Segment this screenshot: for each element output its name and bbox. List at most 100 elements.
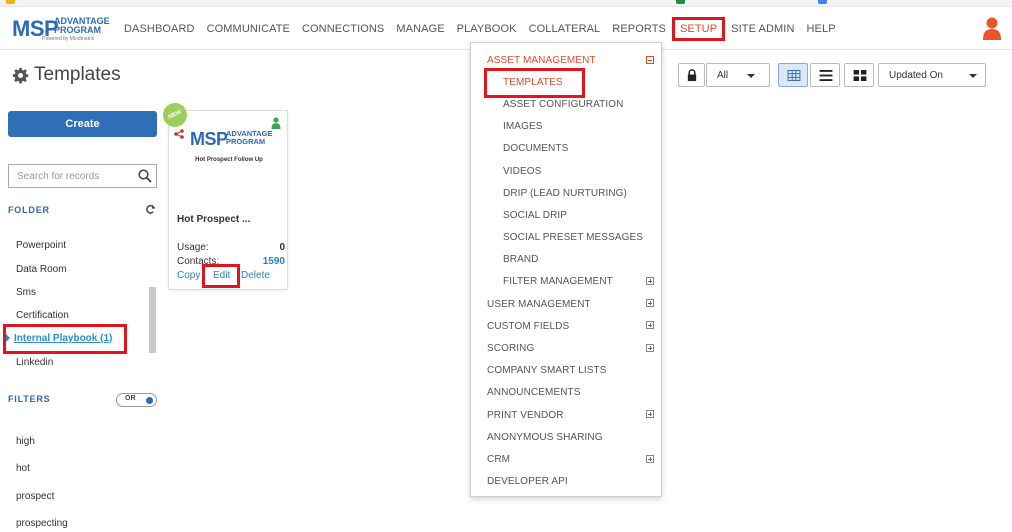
delete-link[interactable]: Delete bbox=[241, 270, 270, 281]
search-input[interactable] bbox=[9, 165, 134, 187]
menu-filter-management[interactable]: FILTER MANAGEMENT bbox=[503, 276, 613, 287]
expand-icon[interactable] bbox=[646, 277, 654, 285]
folder-item-certification[interactable]: Certification bbox=[16, 310, 69, 321]
refresh-icon[interactable] bbox=[145, 204, 156, 215]
expand-icon[interactable] bbox=[646, 321, 654, 329]
chevron-down-icon bbox=[747, 74, 755, 78]
search-box bbox=[8, 164, 157, 188]
template-thumbnail[interactable]: MSP ADVANTAGE PROGRAM Hot Prospect Follo… bbox=[190, 123, 272, 181]
usage-label: Usage: bbox=[177, 242, 209, 253]
tile-view-button[interactable] bbox=[844, 63, 874, 87]
toggle-knob bbox=[146, 397, 153, 404]
nav-reports[interactable]: REPORTS bbox=[606, 19, 672, 39]
new-badge: NEW bbox=[159, 99, 191, 131]
nav-help[interactable]: HELP bbox=[801, 19, 842, 39]
sort-select[interactable]: Updated On bbox=[878, 63, 986, 87]
page-title-text: Templates bbox=[34, 64, 121, 85]
folder-scrollbar[interactable] bbox=[149, 287, 156, 353]
folder-item-powerpoint[interactable]: Powerpoint bbox=[16, 240, 66, 251]
gear-icon bbox=[12, 67, 29, 83]
folder-heading: FOLDER bbox=[8, 205, 50, 215]
expand-icon[interactable] bbox=[646, 455, 654, 463]
nav-site-admin[interactable]: SITE ADMIN bbox=[725, 19, 800, 39]
expand-icon[interactable] bbox=[646, 344, 654, 352]
filter-item-prospecting[interactable]: prospecting bbox=[16, 518, 68, 529]
filters-heading: FILTERS bbox=[8, 394, 51, 404]
filter-logic-toggle[interactable]: OR bbox=[116, 393, 157, 407]
menu-anonymous-sharing[interactable]: ANONYMOUS SHARING bbox=[487, 432, 603, 443]
thumb-caption: Hot Prospect Follow Up bbox=[195, 157, 263, 163]
grid-view-button[interactable] bbox=[778, 63, 808, 87]
template-title: Hot Prospect ... bbox=[177, 214, 251, 225]
copy-link[interactable]: Copy bbox=[177, 270, 200, 281]
bookmark-icon[interactable] bbox=[6, 0, 15, 4]
nav-setup[interactable]: SETUP bbox=[671, 17, 726, 41]
menu-asset-management[interactable]: ASSET MANAGEMENT bbox=[487, 55, 596, 66]
menu-announcements[interactable]: ANNOUNCEMENTS bbox=[487, 387, 581, 398]
menu-company-smart-lists[interactable]: COMPANY SMART LISTS bbox=[487, 365, 607, 376]
filter-select-value: All bbox=[717, 70, 729, 81]
menu-social-preset-messages[interactable]: SOCIAL PRESET MESSAGES bbox=[503, 232, 643, 243]
menu-drip[interactable]: DRIP (LEAD NURTURING) bbox=[503, 188, 627, 199]
list-view-icon bbox=[819, 70, 833, 81]
menu-print-vendor[interactable]: PRINT VENDOR bbox=[487, 410, 564, 421]
collapse-icon[interactable] bbox=[646, 56, 654, 64]
logo-advantage-text: ADVANTAGE PROGRAM bbox=[54, 17, 110, 35]
filter-select[interactable]: All bbox=[706, 63, 770, 87]
folder-item-label: Internal Playbook (1) bbox=[14, 333, 113, 344]
browser-bookmarks-bar bbox=[0, 0, 1012, 7]
expand-icon[interactable] bbox=[646, 299, 654, 307]
brand-logo[interactable]: MSP ADVANTAGE PROGRAM Powered by Mindmat… bbox=[12, 14, 110, 48]
page-title: Templates bbox=[12, 64, 121, 86]
nav-communicate[interactable]: COMMUNICATE bbox=[201, 19, 296, 39]
folder-item-data-room[interactable]: Data Room bbox=[16, 264, 67, 275]
template-card[interactable]: NEW MSP ADVANTAGE PROGRAM Hot Prospect F… bbox=[159, 99, 288, 290]
menu-user-management[interactable]: USER MANAGEMENT bbox=[487, 299, 591, 310]
tile-view-icon bbox=[853, 70, 867, 81]
menu-images[interactable]: IMAGES bbox=[503, 121, 543, 132]
share-icon[interactable] bbox=[174, 129, 184, 139]
menu-crm[interactable]: CRM bbox=[487, 454, 510, 465]
thumb-program-word: PROGRAM bbox=[226, 137, 266, 146]
search-icon[interactable] bbox=[138, 169, 152, 183]
chevron-down-icon bbox=[969, 74, 977, 78]
highlight-box bbox=[202, 264, 240, 288]
expand-icon[interactable] bbox=[646, 410, 654, 418]
menu-brand[interactable]: BRAND bbox=[503, 254, 539, 265]
menu-developer-api[interactable]: DEVELOPER API bbox=[487, 476, 568, 487]
thumb-logo-msp: MSP bbox=[190, 129, 228, 149]
filter-item-high[interactable]: high bbox=[16, 436, 35, 447]
menu-scoring[interactable]: SCORING bbox=[487, 343, 534, 354]
toggle-label: OR bbox=[125, 395, 136, 402]
sort-select-value: Updated On bbox=[889, 70, 943, 81]
lock-button[interactable] bbox=[678, 63, 705, 87]
thumb-logo-advantage: ADVANTAGE PROGRAM bbox=[226, 130, 272, 146]
filter-item-prospect[interactable]: prospect bbox=[16, 491, 54, 502]
menu-social-drip[interactable]: SOCIAL DRIP bbox=[503, 210, 567, 221]
nav-playbook[interactable]: PLAYBOOK bbox=[451, 19, 523, 39]
lock-icon bbox=[687, 69, 697, 82]
create-button[interactable]: Create bbox=[8, 111, 157, 137]
person-icon bbox=[271, 117, 281, 129]
nav-collateral[interactable]: COLLATERAL bbox=[523, 19, 607, 39]
folder-item-linkedin[interactable]: Linkedin bbox=[16, 357, 53, 368]
nav-manage[interactable]: MANAGE bbox=[390, 19, 450, 39]
nav-connections[interactable]: CONNECTIONS bbox=[296, 19, 390, 39]
bookmark-icon[interactable] bbox=[676, 0, 685, 4]
bookmark-icon[interactable] bbox=[818, 0, 827, 4]
caret-right-icon bbox=[6, 334, 10, 343]
list-view-button[interactable] bbox=[810, 63, 840, 87]
folder-item-sms[interactable]: Sms bbox=[16, 287, 36, 298]
menu-custom-fields[interactable]: CUSTOM FIELDS bbox=[487, 321, 569, 332]
menu-documents[interactable]: DOCUMENTS bbox=[503, 143, 568, 154]
contacts-value[interactable]: 1590 bbox=[263, 256, 285, 267]
setup-dropdown-menu: ASSET MANAGEMENT TEMPLATES ASSET CONFIGU… bbox=[470, 42, 662, 497]
folder-item-internal-playbook[interactable]: Internal Playbook (1) bbox=[6, 333, 112, 344]
grid-view-icon bbox=[787, 70, 801, 81]
logo-powered-by: Powered by Mindmatrix bbox=[42, 36, 95, 42]
menu-videos[interactable]: VIDEOS bbox=[503, 166, 541, 177]
menu-asset-configuration[interactable]: ASSET CONFIGURATION bbox=[503, 99, 623, 110]
user-profile-icon[interactable] bbox=[982, 16, 1002, 40]
filter-item-hot[interactable]: hot bbox=[16, 463, 30, 474]
nav-dashboard[interactable]: DASHBOARD bbox=[118, 19, 201, 39]
